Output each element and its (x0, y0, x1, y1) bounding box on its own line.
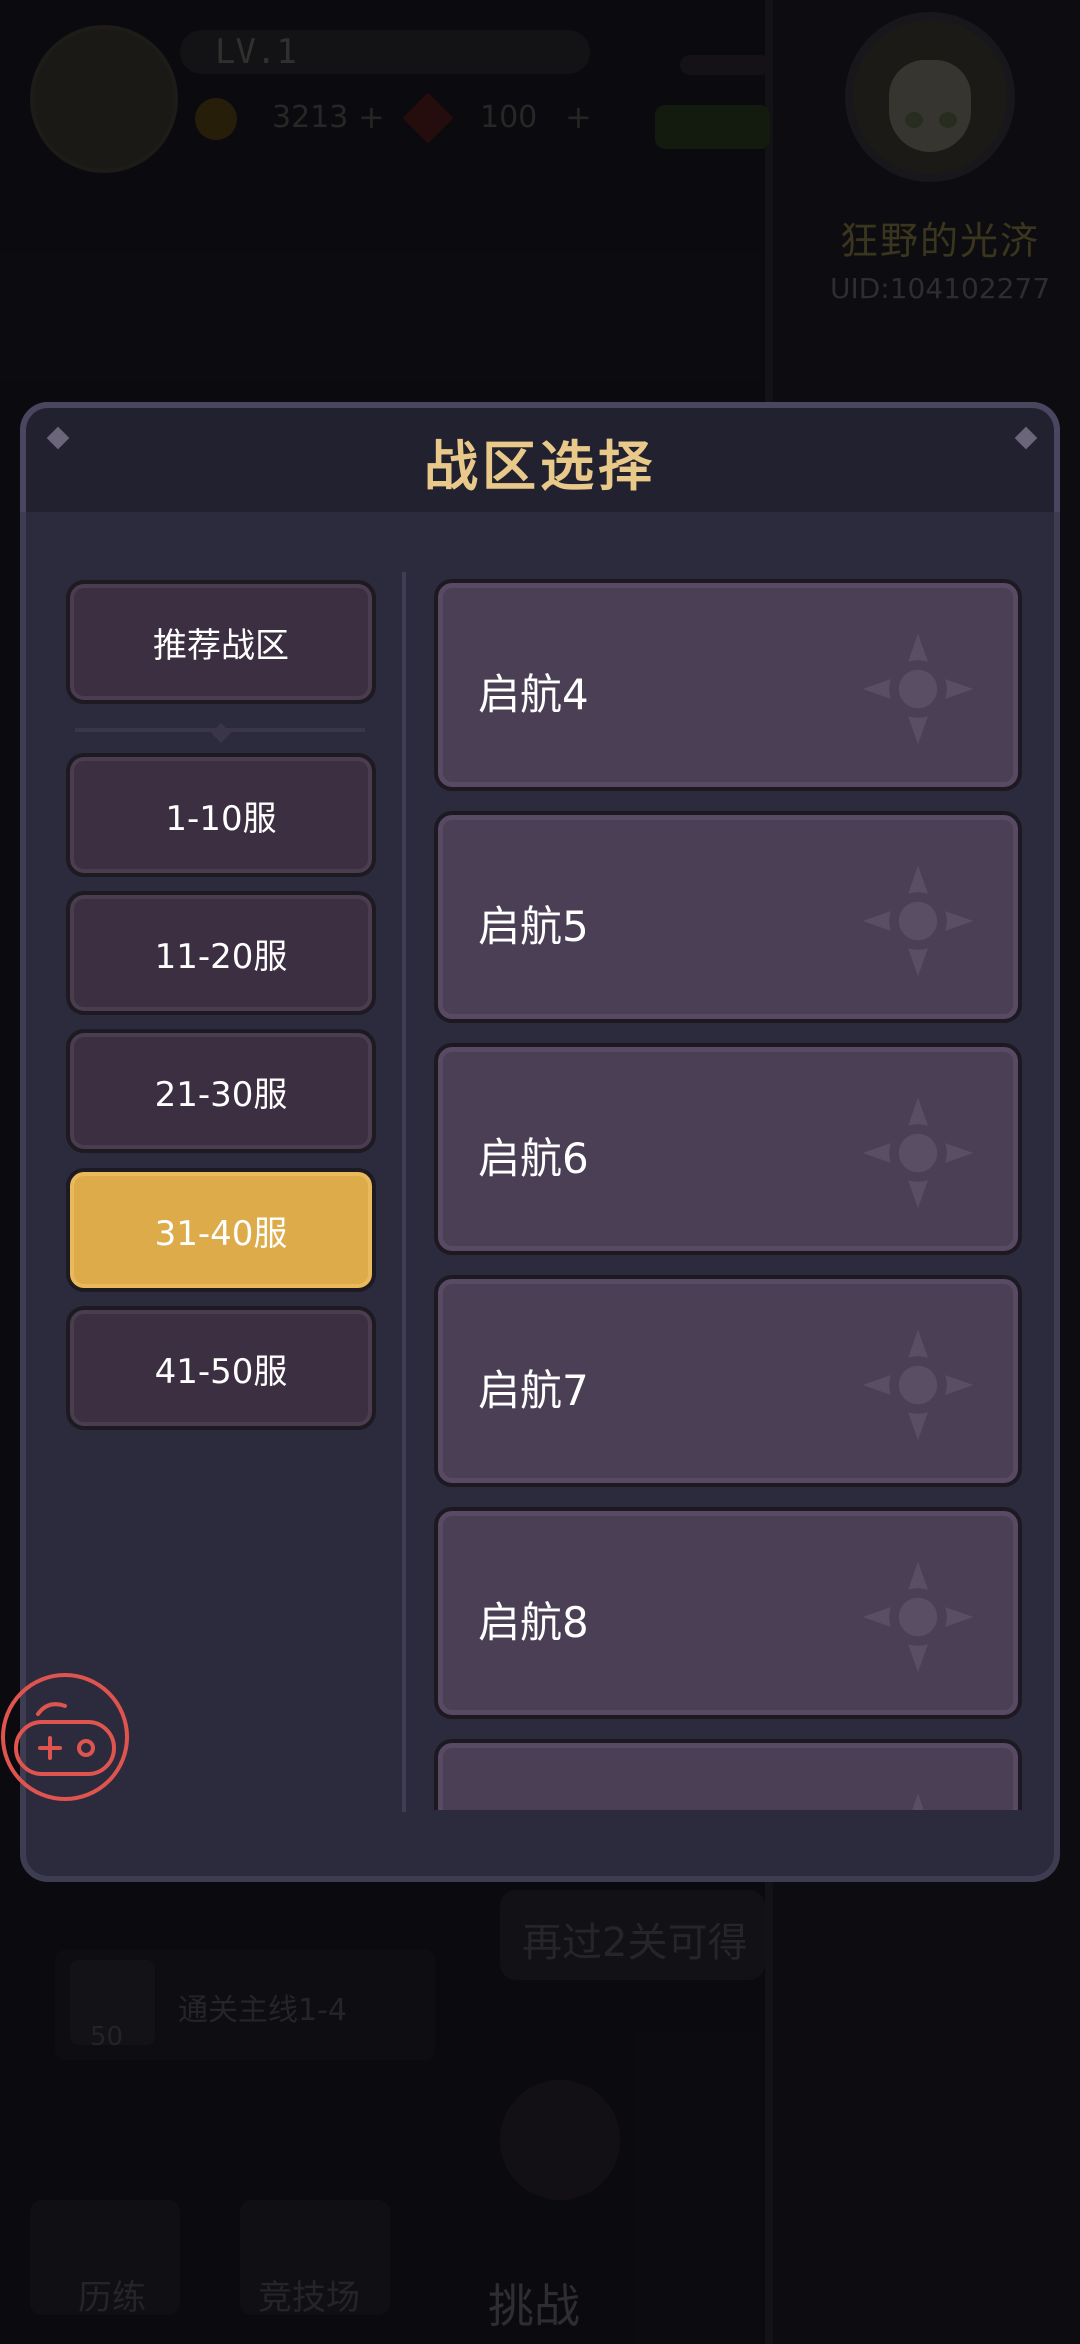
server-emblem-icon (862, 633, 974, 745)
server-card[interactable]: 启航6 (434, 1043, 1022, 1255)
server-card[interactable]: 启航8 (434, 1507, 1022, 1719)
server-name: 启航7 (478, 1366, 589, 1415)
server-emblem-icon (862, 865, 974, 977)
dialog-title: 战区选择 (424, 435, 656, 498)
server-name: 启航8 (478, 1598, 589, 1647)
server-card[interactable]: 启航7 (434, 1275, 1022, 1487)
tab-servers-1-10[interactable]: 1-10服 (66, 753, 376, 877)
server-name: 启航6 (478, 1134, 589, 1183)
server-card[interactable]: 启航4 (434, 579, 1022, 791)
server-name: 启航5 (478, 902, 589, 951)
tab-servers-41-50[interactable]: 41-50服 (66, 1306, 376, 1430)
column-divider (402, 572, 406, 1812)
server-card[interactable]: 启航5 (434, 811, 1022, 1023)
tab-servers-21-30[interactable]: 21-30服 (66, 1029, 376, 1153)
gamepad-icon[interactable] (0, 1672, 130, 1802)
server-list[interactable]: 启航4 启航5 启航6 启航7 启航8 (430, 575, 1030, 1810)
server-emblem-icon (912, 1793, 924, 1810)
tab-recommended[interactable]: 推荐战区 (66, 580, 376, 704)
server-emblem-icon (862, 1329, 974, 1441)
server-name: 启航4 (478, 670, 589, 719)
server-card[interactable] (434, 1739, 1022, 1810)
tab-servers-11-20[interactable]: 11-20服 (66, 891, 376, 1015)
server-emblem-icon (862, 1561, 974, 1673)
tab-servers-31-40[interactable]: 31-40服 (66, 1168, 376, 1292)
server-emblem-icon (862, 1097, 974, 1209)
